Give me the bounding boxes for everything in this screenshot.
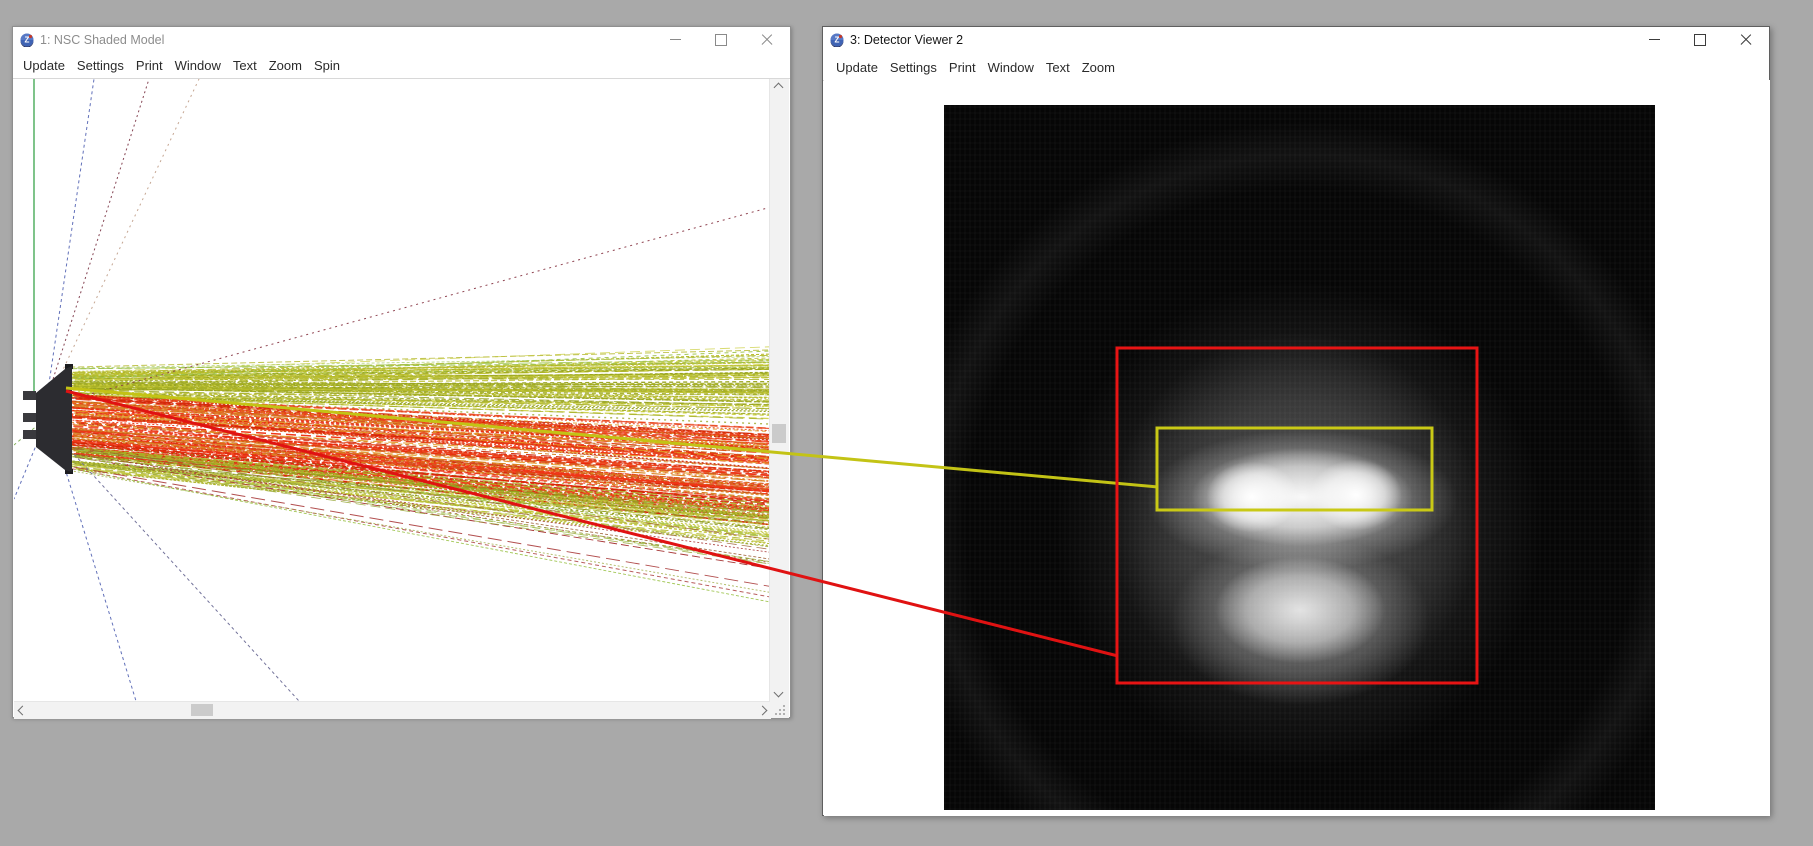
menu-item-settings[interactable]: Settings: [71, 58, 130, 73]
close-button[interactable]: [1723, 27, 1769, 52]
chevron-up-icon: [773, 82, 784, 93]
minimize-button[interactable]: [1631, 27, 1677, 52]
menu-item-print[interactable]: Print: [943, 60, 982, 75]
shaded-model-viewport[interactable]: [14, 79, 771, 701]
window-controls: [1631, 27, 1769, 52]
menu-item-zoom[interactable]: Zoom: [1076, 60, 1121, 75]
menu-item-text[interactable]: Text: [1040, 60, 1076, 75]
scroll-left-button[interactable]: [14, 702, 31, 719]
detector-viewer-viewport[interactable]: [824, 80, 1770, 816]
menu-item-settings[interactable]: Settings: [884, 60, 943, 75]
menu-item-window[interactable]: Window: [169, 58, 227, 73]
window-title: 1: NSC Shaded Model: [40, 32, 165, 47]
close-button[interactable]: [744, 27, 790, 52]
menu-item-window[interactable]: Window: [982, 60, 1040, 75]
maximize-button[interactable]: [698, 27, 744, 52]
close-icon: [1740, 34, 1752, 46]
zemax-app-icon: Z: [830, 33, 844, 47]
window-title: 3: Detector Viewer 2: [850, 32, 964, 47]
chevron-down-icon: [773, 687, 784, 698]
menu-item-text[interactable]: Text: [227, 58, 263, 73]
detector-irradiance-image: [944, 105, 1655, 810]
titlebar-detector-viewer[interactable]: Z 3: Detector Viewer 2: [823, 27, 1769, 52]
resize-grip[interactable]: [770, 701, 789, 718]
resize-grip-icon: [775, 705, 785, 715]
maximize-icon: [715, 33, 727, 46]
vertical-scroll-thumb[interactable]: [772, 424, 786, 443]
minimize-button[interactable]: [652, 27, 698, 52]
vertical-scrollbar[interactable]: [769, 79, 789, 701]
window-controls: [652, 27, 790, 52]
scroll-down-button[interactable]: [770, 684, 787, 701]
horizontal-scroll-thumb[interactable]: [191, 704, 213, 716]
ray-trace-rendering: [14, 79, 771, 701]
menubar-detector-viewer: Update Settings Print Window Text Zoom: [823, 54, 1769, 81]
maximize-button[interactable]: [1677, 27, 1723, 52]
maximize-icon: [1694, 33, 1706, 46]
chevron-right-icon: [757, 705, 768, 716]
horizontal-scrollbar[interactable]: [14, 701, 771, 719]
blob-layer-lower-lobe: [944, 105, 1655, 810]
menu-item-spin[interactable]: Spin: [308, 58, 346, 73]
window-nsc-shaded-model: Z 1: NSC Shaded Model Update Settings Prin…: [12, 26, 791, 719]
desktop: Z 1: NSC Shaded Model Update Settings Prin…: [0, 0, 1813, 846]
close-icon: [761, 34, 773, 46]
menu-item-print[interactable]: Print: [130, 58, 169, 73]
menu-item-update[interactable]: Update: [830, 60, 884, 75]
scroll-up-button[interactable]: [770, 79, 787, 96]
menubar-nsc-shaded-model: Update Settings Print Window Text Zoom Spin: [13, 52, 790, 79]
scroll-right-button[interactable]: [754, 702, 771, 719]
window-detector-viewer-2: Z 3: Detector Viewer 2 Update Settings Pri…: [822, 26, 1770, 816]
svg-text:Z: Z: [25, 35, 30, 44]
menu-item-zoom[interactable]: Zoom: [263, 58, 308, 73]
svg-text:Z: Z: [835, 35, 840, 44]
source-lamp-reflector: [23, 364, 73, 474]
zemax-app-icon: Z: [20, 33, 34, 47]
minimize-icon: [1648, 38, 1660, 41]
menu-item-update[interactable]: Update: [17, 58, 71, 73]
minimize-icon: [669, 38, 681, 41]
chevron-left-icon: [17, 705, 28, 716]
titlebar-nsc-shaded-model[interactable]: Z 1: NSC Shaded Model: [13, 27, 790, 52]
